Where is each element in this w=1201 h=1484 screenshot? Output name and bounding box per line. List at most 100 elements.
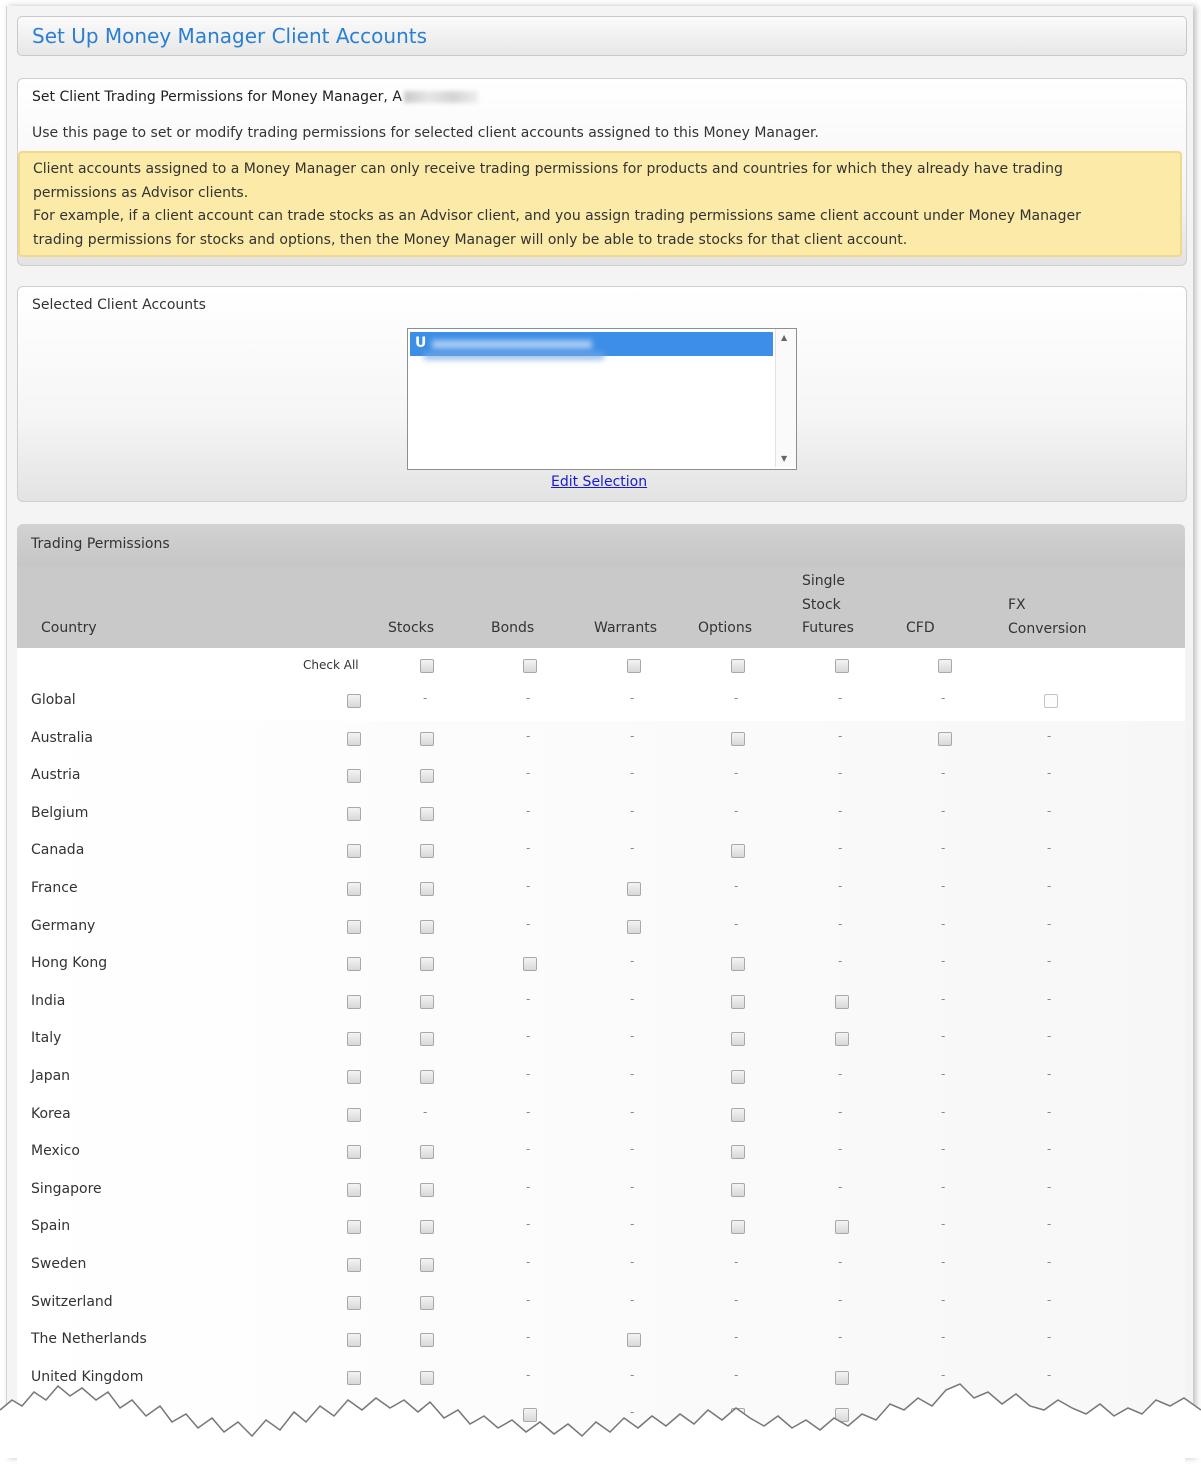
table-row: Global - - - - - - — [17, 683, 1185, 722]
check-all-stocks-checkbox[interactable] — [420, 659, 434, 673]
redacted-text — [432, 340, 592, 349]
stocks-permission-checkbox[interactable] — [420, 919, 434, 934]
row-select-checkbox[interactable] — [347, 1333, 361, 1348]
stocks-permission-checkbox[interactable] — [420, 1032, 434, 1047]
bonds-not-available: - — [526, 1104, 531, 1119]
options-permission-checkbox[interactable] — [731, 1032, 745, 1047]
row-select-checkbox[interactable] — [347, 731, 361, 746]
listbox-scrollbar[interactable]: ▲ ▼ — [775, 329, 796, 467]
options-permission-checkbox[interactable] — [731, 957, 745, 972]
row-select-checkbox[interactable] — [347, 1220, 361, 1235]
stocks-permission-checkbox[interactable] — [420, 731, 434, 746]
bonds-not-available: - — [526, 879, 531, 893]
stocks-permission-checkbox[interactable] — [420, 882, 434, 896]
row-select-checkbox[interactable] — [347, 1107, 361, 1122]
ssf-not-available: - — [838, 728, 843, 743]
options-permission-checkbox[interactable] — [731, 994, 745, 1009]
options-permission-checkbox[interactable] — [731, 1220, 745, 1235]
row-select-checkbox[interactable] — [347, 957, 361, 972]
scroll-down-icon[interactable]: ▼ — [781, 454, 787, 463]
fx-not-available: - — [1047, 728, 1052, 743]
row-select-checkbox[interactable] — [347, 1032, 361, 1047]
row-select-checkbox[interactable] — [347, 694, 361, 708]
country-name: Belgium — [31, 804, 89, 821]
fx-not-available: - — [1047, 1179, 1052, 1194]
cfd-permission-checkbox[interactable] — [938, 731, 952, 746]
table-row: Italy - - - - — [17, 1021, 1185, 1060]
country-name: Canada — [31, 842, 85, 859]
fx-not-available: - — [1047, 1067, 1052, 1081]
check-all-options-checkbox[interactable] — [731, 659, 745, 673]
country-name: France — [31, 880, 78, 896]
cfd-not-available: - — [941, 954, 946, 969]
ssf-not-available: - — [838, 1330, 843, 1345]
stocks-permission-checkbox[interactable] — [420, 994, 434, 1009]
table-row: Germany - - - - - — [17, 908, 1185, 948]
options-permission-checkbox[interactable] — [731, 844, 745, 859]
row-select-checkbox[interactable] — [347, 1145, 361, 1160]
ssf-permission-checkbox[interactable] — [835, 994, 849, 1009]
stocks-permission-checkbox[interactable] — [420, 1182, 434, 1197]
row-select-checkbox[interactable] — [347, 1070, 361, 1084]
fx-not-available: - — [1047, 841, 1052, 856]
table-row: Sweden - - - - - - — [17, 1247, 1185, 1286]
row-select-checkbox[interactable] — [347, 994, 361, 1009]
check-all-warrants-checkbox[interactable] — [627, 659, 641, 673]
country-name: Hong Kong — [31, 955, 108, 972]
options-permission-checkbox[interactable] — [731, 1070, 745, 1084]
cfd-not-available: - — [941, 803, 946, 818]
scroll-up-icon[interactable]: ▲ — [781, 333, 787, 342]
row-select-checkbox[interactable] — [347, 919, 361, 934]
fx-not-available: - — [1047, 954, 1052, 969]
options-permission-checkbox[interactable] — [731, 1182, 745, 1197]
ssf-permission-checkbox[interactable] — [835, 1220, 849, 1235]
warrants-not-available: - — [630, 728, 635, 743]
stocks-permission-checkbox[interactable] — [420, 957, 434, 972]
warrants-permission-checkbox[interactable] — [627, 919, 641, 934]
edit-selection-link[interactable]: Edit Selection — [551, 474, 647, 490]
row-select-checkbox[interactable] — [347, 769, 361, 784]
stocks-permission-checkbox[interactable] — [420, 806, 434, 821]
country-name: Italy — [31, 1030, 62, 1047]
selected-account-item[interactable]: U — [410, 332, 773, 360]
check-all-ssf-checkbox[interactable] — [835, 659, 849, 673]
fx-permission-checkbox[interactable] — [1044, 694, 1058, 708]
row-select-checkbox[interactable] — [347, 806, 361, 821]
trading-permissions-panel: Trading Permissions Country Stocks Bonds… — [17, 524, 1185, 1484]
stocks-permission-checkbox[interactable] — [420, 1258, 434, 1272]
stocks-permission-checkbox[interactable] — [420, 1145, 434, 1160]
intro-panel: Set Client Trading Permissions for Money… — [17, 78, 1187, 266]
table-row: Spain - - - - — [17, 1209, 1185, 1248]
options-permission-checkbox[interactable] — [731, 1107, 745, 1122]
ssf-not-available: - — [838, 1104, 843, 1119]
check-all-bonds-checkbox[interactable] — [523, 659, 537, 673]
bonds-permission-checkbox[interactable] — [523, 957, 537, 972]
stocks-permission-checkbox[interactable] — [420, 769, 434, 784]
check-all-cfd-checkbox[interactable] — [938, 659, 952, 673]
warrants-permission-checkbox[interactable] — [627, 1333, 641, 1348]
ssf-permission-checkbox[interactable] — [835, 1032, 849, 1047]
bonds-not-available: - — [526, 991, 531, 1006]
stocks-permission-checkbox[interactable] — [420, 1295, 434, 1310]
row-select-checkbox[interactable] — [347, 1258, 361, 1272]
stocks-permission-checkbox[interactable] — [420, 1070, 434, 1084]
warrants-permission-checkbox[interactable] — [627, 882, 641, 896]
options-permission-checkbox[interactable] — [731, 731, 745, 746]
row-select-checkbox[interactable] — [347, 882, 361, 896]
stocks-permission-checkbox[interactable] — [420, 1333, 434, 1348]
warrants-not-available: - — [630, 1029, 635, 1044]
country-name: The Netherlands — [31, 1331, 147, 1348]
ssf-not-available: - — [838, 916, 843, 931]
row-select-checkbox[interactable] — [347, 1182, 361, 1197]
row-select-checkbox[interactable] — [347, 844, 361, 859]
client-accounts-listbox[interactable]: U ▲ ▼ — [407, 328, 797, 470]
country-name: Spain — [31, 1218, 71, 1235]
fx-not-available: - — [1047, 916, 1052, 931]
row-select-checkbox[interactable] — [347, 1295, 361, 1310]
options-permission-checkbox[interactable] — [731, 1145, 745, 1160]
fx-not-available: - — [1047, 766, 1052, 781]
stocks-permission-checkbox[interactable] — [420, 844, 434, 859]
stocks-permission-checkbox[interactable] — [420, 1220, 434, 1235]
ssf-not-available: - — [838, 691, 843, 705]
check-all-row: Check All — [17, 648, 1185, 684]
